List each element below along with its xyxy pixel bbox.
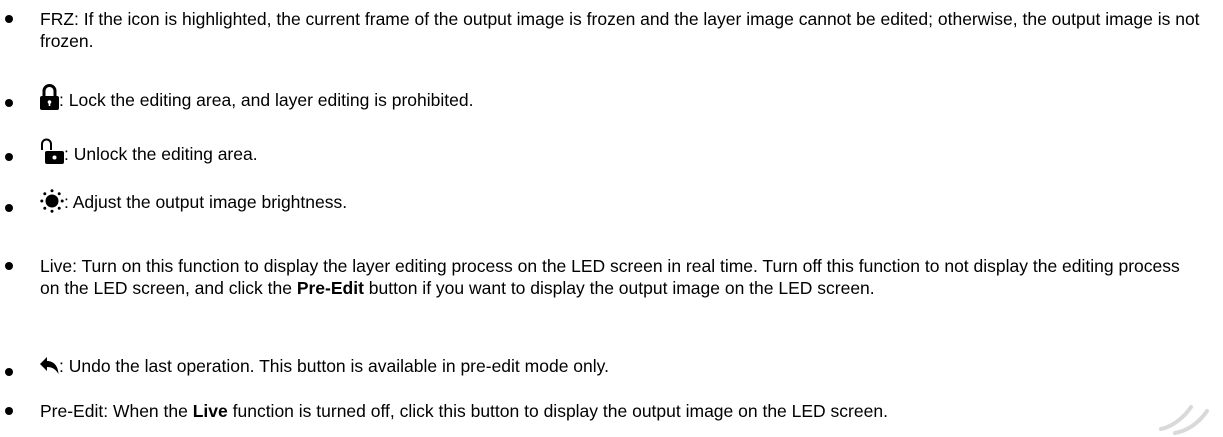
item-text-bold: Pre-Edit: [296, 278, 364, 298]
item-line: : Adjust the output image brightness.: [40, 189, 1200, 213]
item-text-b: function is turned off, click this butto…: [227, 401, 888, 421]
item-text: FRZ: If the icon is highlighted, the cur…: [40, 9, 1200, 51]
item-text-b: button if you want to display the output…: [363, 278, 875, 298]
item-text: : Undo the last operation. This button i…: [59, 356, 609, 376]
bullet-dot: [5, 407, 13, 415]
item-text: Live: Turn on this function to display t…: [40, 255, 1200, 299]
item-line: : Unlock the editing area.: [40, 138, 1200, 165]
unlock-icon: [40, 138, 64, 165]
lock-icon: [40, 84, 59, 111]
item-text-a: Pre-Edit: When the: [40, 401, 193, 421]
undo-icon: [40, 357, 59, 377]
bullet-dot: [5, 204, 13, 212]
item-line: : Lock the editing area, and layer editi…: [40, 84, 1200, 111]
bullet-dot: [5, 262, 13, 270]
bullet-dot: [5, 368, 13, 376]
item-text-bold: Live: [192, 401, 228, 421]
item-text: : Unlock the editing area.: [64, 144, 258, 164]
item-text: Pre-Edit: When the Live function is turn…: [40, 400, 1200, 422]
brightness-icon: [40, 189, 64, 213]
bullet-dot: [5, 15, 13, 23]
bullet-dot: [5, 153, 13, 161]
watermark-mark: [1153, 377, 1223, 437]
item-text: : Lock the editing area, and layer editi…: [59, 90, 474, 110]
bullet-dot: [5, 99, 13, 107]
item-line: : Undo the last operation. This button i…: [40, 355, 1200, 377]
item-text: : Adjust the output image brightness.: [64, 192, 348, 212]
